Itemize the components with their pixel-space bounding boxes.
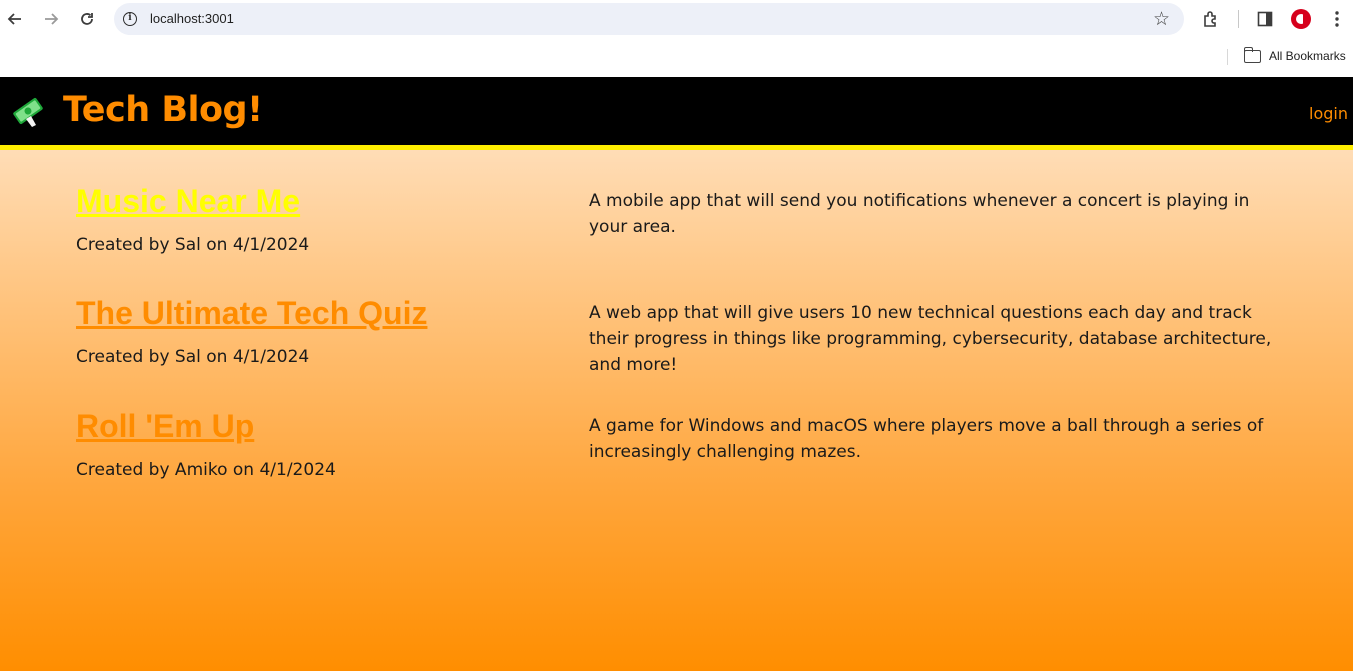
login-link[interactable]: login [1309,104,1348,123]
menu-kebab-icon[interactable] [1326,8,1348,30]
post-meta: Created by Amiko on 4/1/2024 [76,460,336,480]
bookmarks-divider [1227,49,1228,65]
profile-avatar[interactable] [1291,9,1311,29]
address-bar[interactable]: i localhost:3001 ☆ [114,3,1184,35]
bookmark-star-icon[interactable]: ☆ [1153,8,1170,30]
bookmarks-bar: All Bookmarks [0,38,1353,77]
all-bookmarks-label[interactable]: All Bookmarks [1269,49,1346,63]
forward-icon[interactable] [40,8,62,30]
post-description: A mobile app that will send you notifica… [589,191,1250,237]
site-title[interactable]: Tech Blog! [63,90,263,130]
url-text[interactable]: localhost:3001 [150,11,234,26]
post-title-link[interactable]: Music Near Me [76,183,300,220]
reload-icon[interactable] [76,8,98,30]
post-description: A web app that will give users 10 new te… [589,303,1272,375]
site-header: Tech Blog! login [0,77,1353,150]
side-panel-icon[interactable] [1254,8,1276,30]
post-title-link[interactable]: The Ultimate Tech Quiz [76,295,427,332]
post-meta: Created by Sal on 4/1/2024 [76,235,310,255]
page-body: Tech Blog! login Music Near Me Created b… [0,77,1353,671]
toolbar-divider [1238,10,1239,28]
post-meta: Created by Sal on 4/1/2024 [76,347,310,367]
back-icon[interactable] [4,8,26,30]
post-description: A game for Windows and macOS where playe… [589,416,1264,462]
site-info-icon[interactable]: i [123,12,137,26]
money-logo-icon [13,98,43,127]
browser-toolbar: i localhost:3001 ☆ [0,0,1353,38]
extensions-icon[interactable] [1200,8,1222,30]
folder-icon[interactable] [1243,47,1261,63]
post-title-link[interactable]: Roll 'Em Up [76,408,254,445]
